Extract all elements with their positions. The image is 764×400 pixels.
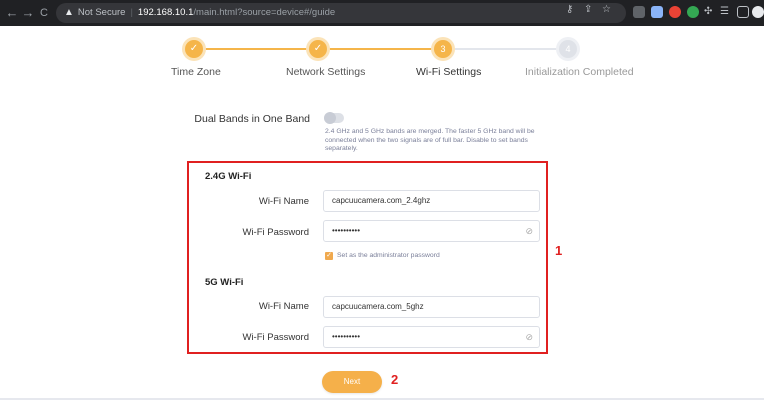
hide-password-icon[interactable]: ⊘ bbox=[525, 221, 533, 241]
wifi-24-name-input[interactable]: capcuucamera.com_2.4ghz bbox=[323, 190, 540, 212]
wifi-password-label: Wi-Fi Password bbox=[242, 227, 309, 238]
back-icon[interactable]: ← bbox=[4, 5, 20, 21]
wifi-password-label: Wi-Fi Password bbox=[242, 332, 309, 343]
step-connector bbox=[318, 48, 443, 50]
admin-password-checkbox[interactable]: ✓ bbox=[325, 252, 333, 260]
reload-icon[interactable]: C bbox=[36, 5, 52, 21]
warning-icon: ▲ bbox=[64, 7, 74, 18]
wifi-5-name-value: capcuucamera.com_5ghz bbox=[332, 302, 424, 311]
step-label-initialization-completed: Initialization Completed bbox=[525, 66, 634, 78]
reading-list-icon[interactable]: ☰ bbox=[720, 5, 729, 19]
wifi-5-password-input[interactable]: •••••••••• ⊘ bbox=[323, 326, 540, 348]
not-secure-label[interactable]: Not Secure bbox=[78, 7, 126, 18]
admin-password-checkbox-label: Set as the administrator password bbox=[337, 252, 440, 259]
browser-toolbar: ← → C ▲ Not Secure | 192.168.10.1/main.html… bbox=[0, 0, 764, 26]
key-icon[interactable]: ⚷ bbox=[566, 3, 573, 17]
section-title-5g: 5G Wi-Fi bbox=[205, 277, 244, 288]
dual-band-label: Dual Bands in One Band bbox=[194, 113, 310, 125]
extension-icon[interactable] bbox=[687, 6, 699, 18]
dual-band-toggle[interactable] bbox=[324, 112, 344, 124]
wifi-name-label: Wi-Fi Name bbox=[258, 301, 309, 312]
annotation-1: 1 bbox=[555, 243, 563, 258]
extension-icon[interactable] bbox=[651, 6, 663, 18]
share-icon[interactable]: ⇪ bbox=[584, 3, 592, 17]
extension-icon[interactable] bbox=[633, 6, 645, 18]
url-host: 192.168.10.1 bbox=[137, 7, 194, 18]
step-1-check-icon: ✓ bbox=[185, 40, 203, 58]
wifi-24-password-input[interactable]: •••••••••• ⊘ bbox=[323, 220, 540, 242]
step-connector bbox=[443, 48, 568, 50]
forward-icon[interactable]: → bbox=[20, 5, 36, 21]
extension-icon[interactable] bbox=[669, 6, 681, 18]
wifi-5-name-input[interactable]: capcuucamera.com_5ghz bbox=[323, 296, 540, 318]
step-connector bbox=[198, 48, 318, 50]
section-title-2-4g: 2.4G Wi-Fi bbox=[205, 171, 252, 182]
avatar[interactable] bbox=[752, 6, 764, 18]
url-path: /main.html?source=device#/guide bbox=[193, 7, 336, 18]
step-3-number: 3 bbox=[434, 40, 452, 58]
dual-band-description: 2.4 GHz and 5 GHz bands are merged. The … bbox=[325, 128, 535, 153]
wifi-name-label: Wi-Fi Name bbox=[258, 196, 309, 207]
next-button[interactable]: Next bbox=[322, 371, 382, 393]
address-bar[interactable]: ▲ Not Secure | 192.168.10.1/main.html?sourc… bbox=[56, 3, 626, 23]
toggle-knob bbox=[324, 112, 336, 124]
wifi-5-password-value: •••••••••• bbox=[332, 332, 361, 341]
step-label-wifi-settings: Wi-Fi Settings bbox=[416, 66, 482, 78]
side-panel-icon[interactable] bbox=[737, 6, 749, 18]
step-label-network-settings: Network Settings bbox=[286, 66, 366, 78]
step-4-number: 4 bbox=[559, 40, 577, 58]
puzzle-icon[interactable]: ✣ bbox=[704, 5, 712, 19]
address-separator: | bbox=[130, 7, 133, 18]
step-label-time-zone: Time Zone bbox=[171, 66, 221, 78]
wifi-24-password-value: •••••••••• bbox=[332, 226, 361, 235]
wifi-24-name-value: capcuucamera.com_2.4ghz bbox=[332, 196, 431, 205]
step-2-check-icon: ✓ bbox=[309, 40, 327, 58]
bookmark-star-icon[interactable]: ☆ bbox=[602, 3, 611, 17]
annotation-2: 2 bbox=[391, 372, 399, 387]
hide-password-icon[interactable]: ⊘ bbox=[525, 327, 533, 347]
